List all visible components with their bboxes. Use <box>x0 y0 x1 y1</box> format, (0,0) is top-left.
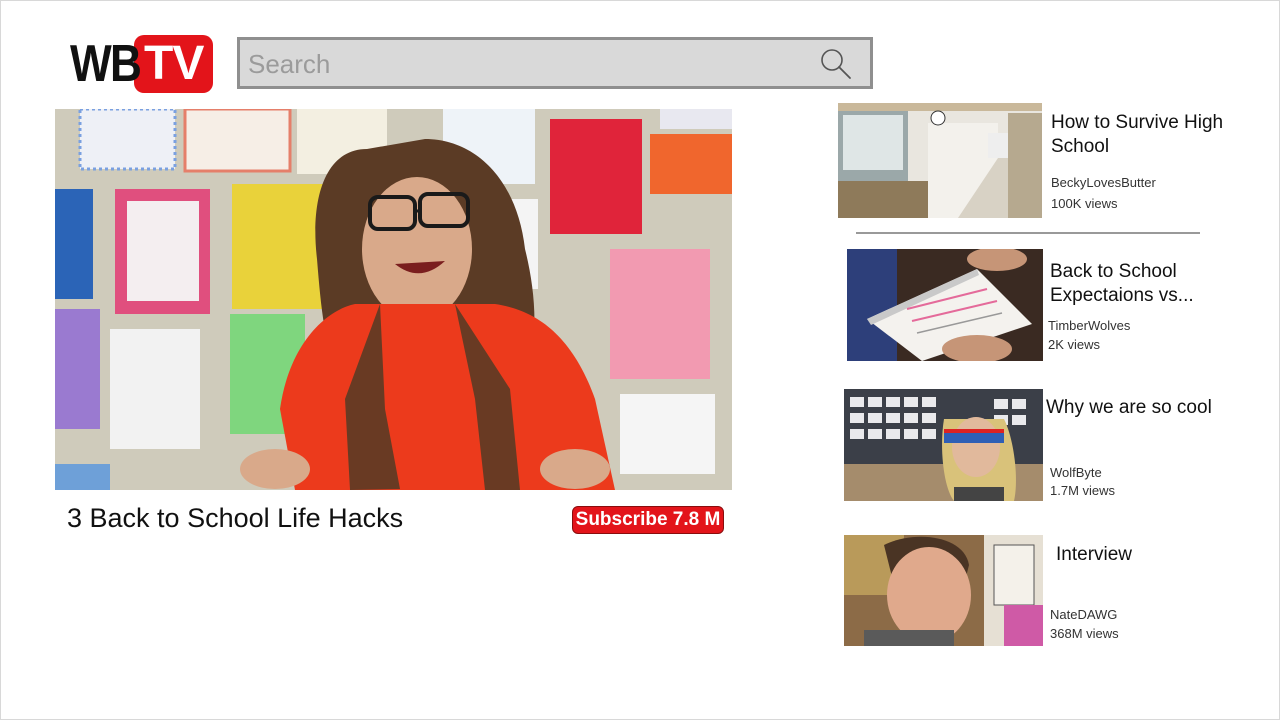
thumbnail-classroom[interactable] <box>844 389 1043 501</box>
video-frame-image <box>55 109 732 490</box>
logo-tv-badge: TV <box>134 35 214 93</box>
sidebar-divider <box>856 232 1200 234</box>
thumbnail-hallway[interactable] <box>838 103 1042 218</box>
search-input[interactable] <box>246 46 810 82</box>
recommendation-channel[interactable]: NateDAWG <box>1050 607 1117 622</box>
main-video-player[interactable] <box>55 109 732 490</box>
recommendation-title[interactable]: Why we are so cool <box>1046 396 1256 420</box>
recommendation-title[interactable]: Interview <box>1056 543 1256 567</box>
recommendation-views: 1.7M views <box>1050 483 1116 498</box>
recommendation-channel[interactable]: TimberWolves <box>1048 318 1130 333</box>
recommendation-title[interactable]: Back to School Expectaions vs... <box>1050 260 1250 308</box>
recommendation-title[interactable]: How to Survive High School <box>1051 111 1251 159</box>
logo-wb-text: WB <box>70 35 142 93</box>
video-title: 3 Back to School Life Hacks <box>67 503 404 533</box>
wbtv-logo[interactable]: WB TV <box>70 34 214 94</box>
thumbnail-notebook[interactable] <box>847 249 1043 361</box>
recommendation-channel[interactable]: BeckyLovesButter <box>1051 175 1156 190</box>
search-icon[interactable] <box>818 46 854 82</box>
recommendation-channel[interactable]: WolfByte <box>1050 465 1102 480</box>
recommendation-views: 2K views <box>1048 337 1101 352</box>
thumbnail-interview[interactable] <box>844 535 1043 646</box>
subscribe-button[interactable]: Subscribe 7.8 M <box>572 506 724 534</box>
recommendation-views: 100K views <box>1051 196 1118 211</box>
recommendation-views: 368M views <box>1050 626 1119 641</box>
search-bar <box>237 37 873 89</box>
